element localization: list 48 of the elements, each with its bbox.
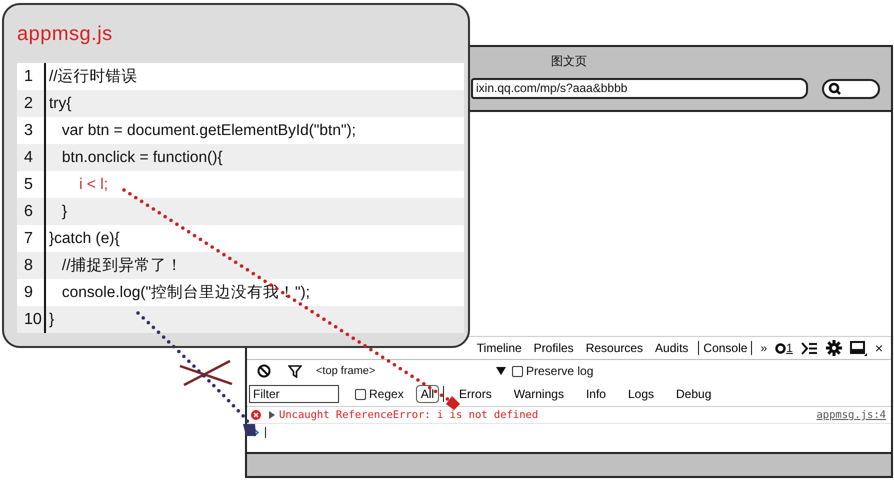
more-tabs-button[interactable]: » (760, 341, 768, 355)
line-number: 5 (23, 176, 34, 194)
devtools-tab[interactable]: Audits (653, 341, 690, 355)
preserve-log-checkbox[interactable]: Preserve log (512, 364, 594, 378)
close-button[interactable]: × (874, 340, 883, 356)
devtools-tab[interactable]: Profiles (532, 341, 576, 355)
clear-icon[interactable] (257, 364, 271, 378)
level-filter[interactable]: Debug (671, 385, 716, 403)
console-message: Uncaught ReferenceError: i is not defined (279, 409, 540, 421)
level-filter[interactable]: Logs (622, 385, 659, 403)
level-filter[interactable]: All (416, 385, 440, 403)
regex-checkbox[interactable]: Regex (355, 387, 404, 401)
settings-icon[interactable] (826, 340, 842, 356)
address-field[interactable]: ixin.qq.com/mp/s?aaa&bbbb (471, 78, 808, 99)
prompt-chevron-icon (253, 428, 259, 436)
line-number: 9 (23, 284, 34, 302)
line-number: 1 (23, 68, 34, 86)
window-title: 图文页 (551, 53, 587, 70)
level-filter[interactable]: Info (580, 385, 611, 403)
code-line: } (44, 306, 54, 333)
console-drawer-icon[interactable] (800, 342, 818, 354)
search-icon (828, 82, 841, 95)
frame-selector[interactable]: <top frame> (316, 365, 496, 377)
line-number: 2 (23, 94, 34, 112)
file-title: appmsg.js (17, 23, 114, 47)
expand-triangle-icon[interactable] (268, 411, 276, 419)
filter-field[interactable]: Filter (249, 385, 339, 403)
dropdown-caret-icon[interactable] (496, 367, 506, 375)
dock-icon[interactable] (850, 340, 867, 356)
cross-mark (178, 360, 234, 386)
level-filter[interactable]: Warnings (508, 385, 569, 403)
search-button[interactable] (822, 78, 880, 98)
error-icon (251, 410, 261, 420)
line-number: 6 (23, 202, 34, 220)
source-link[interactable]: appmsg.js:4 (816, 409, 886, 421)
text-cursor (265, 426, 266, 438)
error-icon (775, 342, 786, 354)
line-number: 7 (23, 230, 34, 248)
devtools-tab[interactable]: Resources (584, 341, 646, 355)
error-count[interactable]: 1 (786, 341, 793, 355)
devtools-tab[interactable]: Console (698, 341, 752, 355)
line-number: 8 (23, 256, 34, 274)
line-number: 10 (23, 310, 43, 328)
level-filter[interactable]: Errors (454, 385, 497, 403)
line-number: 3 (23, 122, 34, 140)
line-number: 4 (23, 148, 34, 166)
filter-icon[interactable] (288, 364, 302, 378)
devtools-tab[interactable]: Timeline (474, 341, 524, 355)
